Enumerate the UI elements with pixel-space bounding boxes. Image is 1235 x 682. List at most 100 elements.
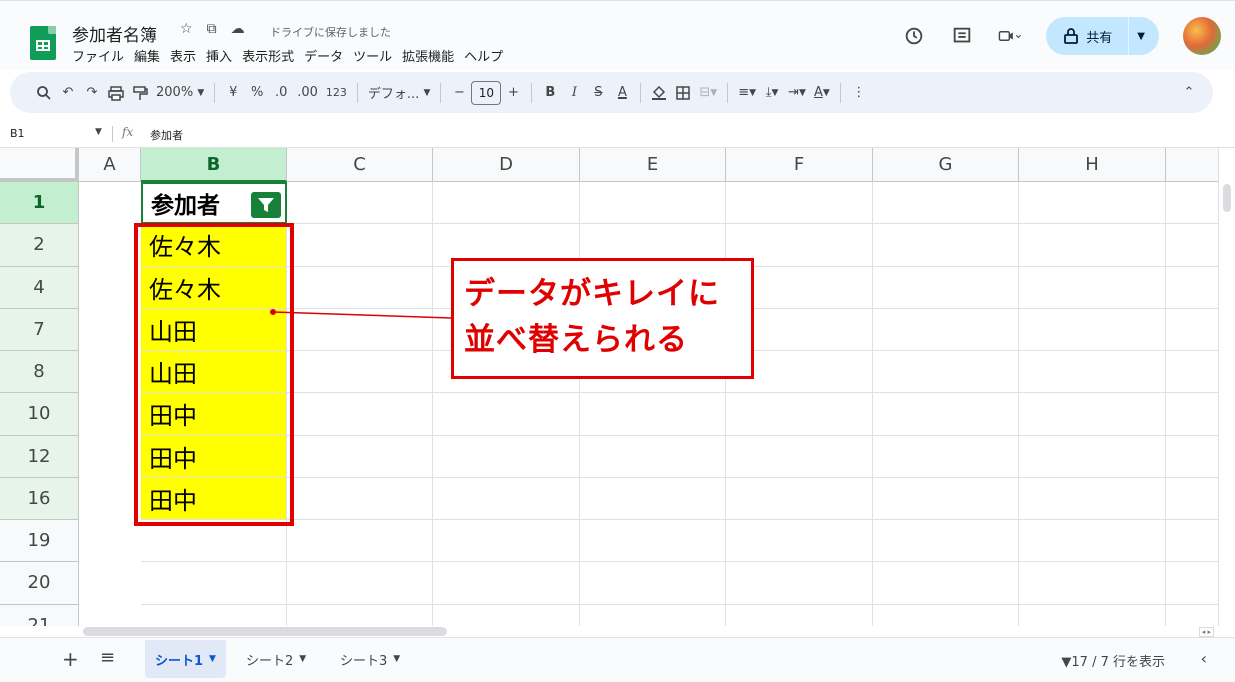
scroll-arrows-icon[interactable]: ◂ ▸ xyxy=(1198,627,1214,637)
decrease-decimal-button[interactable]: .0 xyxy=(269,79,293,107)
search-icon[interactable] xyxy=(32,79,56,107)
text-rotation-icon[interactable]: A ▼ xyxy=(810,79,834,107)
row-header[interactable]: 20 xyxy=(0,562,79,605)
filter-toggle-button[interactable] xyxy=(251,192,281,218)
vertical-align-icon[interactable]: ⤓ ▼ xyxy=(760,79,784,107)
table-cell[interactable] xyxy=(1166,520,1218,563)
font-size-decrease-button[interactable]: − xyxy=(447,79,471,107)
avatar[interactable] xyxy=(1183,17,1221,55)
table-cell[interactable] xyxy=(287,520,433,563)
meet-video-icon[interactable] xyxy=(998,24,1022,48)
table-cell[interactable] xyxy=(1019,351,1166,394)
table-cell[interactable] xyxy=(580,562,726,605)
zoom-select[interactable]: 200% ▼ xyxy=(152,79,208,107)
table-cell[interactable] xyxy=(1166,478,1218,520)
table-cell[interactable] xyxy=(433,520,580,563)
table-cell[interactable] xyxy=(726,562,873,605)
bold-button[interactable]: B xyxy=(538,79,562,107)
menu-format[interactable]: 表示形式 xyxy=(242,46,294,65)
table-cell[interactable] xyxy=(580,604,726,626)
table-cell[interactable] xyxy=(433,604,580,626)
redo-icon[interactable]: ↷ xyxy=(80,79,104,107)
table-cell[interactable] xyxy=(1166,224,1218,267)
table-cell[interactable] xyxy=(873,520,1019,563)
table-cell[interactable] xyxy=(873,266,1019,309)
menu-tools[interactable]: ツール xyxy=(353,46,392,65)
number-format-button[interactable]: 123 xyxy=(322,79,351,107)
menu-insert[interactable]: 挿入 xyxy=(206,46,232,65)
table-cell[interactable] xyxy=(726,435,873,478)
column-header-b[interactable]: B xyxy=(141,148,287,182)
move-to-folder-icon[interactable]: ⧉ xyxy=(207,21,217,37)
fill-color-icon[interactable] xyxy=(647,79,671,107)
collapse-toolbar-icon[interactable]: ⌃ xyxy=(1177,79,1201,107)
table-cell[interactable] xyxy=(1166,605,1218,627)
filtered-row-count[interactable]: ▼17 / 7 行を表示 xyxy=(1061,651,1165,670)
table-cell[interactable] xyxy=(1019,520,1166,563)
column-header-i[interactable] xyxy=(1166,148,1218,182)
undo-icon[interactable]: ↶ xyxy=(56,79,80,107)
table-cell[interactable] xyxy=(1166,309,1218,351)
table-cell[interactable] xyxy=(1019,604,1166,626)
vertical-scroll-thumb[interactable] xyxy=(1223,184,1231,212)
name-box-dropdown-icon[interactable]: ▼ xyxy=(95,127,102,137)
table-cell[interactable] xyxy=(726,520,873,563)
chevron-down-icon[interactable]: ▼ xyxy=(299,654,306,664)
table-cell[interactable] xyxy=(433,435,580,478)
table-cell[interactable] xyxy=(433,477,580,520)
history-icon[interactable] xyxy=(902,24,926,48)
table-cell[interactable] xyxy=(287,435,433,478)
row-header[interactable]: 16 xyxy=(0,477,79,520)
table-cell[interactable] xyxy=(873,308,1019,351)
table-cell[interactable] xyxy=(1019,477,1166,520)
table-cell[interactable] xyxy=(287,562,433,605)
share-dropdown-icon[interactable]: ▼ xyxy=(1137,31,1145,42)
row-header[interactable]: 12 xyxy=(0,435,79,478)
menu-data[interactable]: データ xyxy=(304,46,343,65)
strikethrough-button[interactable]: S xyxy=(586,79,610,107)
row-header[interactable]: 2 xyxy=(0,224,79,267)
borders-icon[interactable] xyxy=(671,79,695,107)
table-cell[interactable] xyxy=(287,224,433,267)
more-options-icon[interactable]: ⋮ xyxy=(847,79,871,107)
save-status[interactable]: ドライブに保存しました xyxy=(270,24,391,40)
table-cell[interactable] xyxy=(287,351,433,394)
formula-input[interactable]: 参加者 xyxy=(150,127,183,143)
sheets-logo-icon[interactable] xyxy=(30,26,56,60)
table-cell[interactable] xyxy=(1166,182,1218,225)
table-cell[interactable] xyxy=(726,182,873,225)
share-button[interactable]: 共有 ▼ xyxy=(1046,17,1159,55)
increase-decimal-button[interactable]: .00 xyxy=(293,79,322,107)
table-cell[interactable] xyxy=(726,393,873,436)
column-header-d[interactable]: D xyxy=(433,148,580,182)
table-cell[interactable] xyxy=(580,435,726,478)
font-size-input[interactable]: 10 xyxy=(471,80,502,105)
row-header[interactable]: 19 xyxy=(0,520,79,563)
table-cell[interactable] xyxy=(1166,267,1218,309)
table-cell[interactable] xyxy=(580,520,726,563)
table-cell[interactable] xyxy=(433,393,580,436)
row-header[interactable]: 1 xyxy=(0,182,79,225)
merge-cells-icon[interactable]: ⊟ ▼ xyxy=(695,79,721,107)
text-color-button[interactable]: A xyxy=(610,79,634,107)
table-cell-participant[interactable] xyxy=(141,520,287,563)
horizontal-scroll-thumb[interactable] xyxy=(83,627,447,636)
menu-edit[interactable]: 編集 xyxy=(134,46,160,65)
table-cell[interactable] xyxy=(873,477,1019,520)
table-cell[interactable] xyxy=(873,435,1019,478)
table-cell[interactable] xyxy=(1019,224,1166,267)
table-cell[interactable] xyxy=(1019,562,1166,605)
table-cell[interactable] xyxy=(287,308,433,351)
percent-format-button[interactable]: % xyxy=(245,79,269,107)
table-cell[interactable] xyxy=(873,562,1019,605)
table-cell[interactable] xyxy=(1166,351,1218,394)
menu-file[interactable]: ファイル xyxy=(72,46,124,65)
star-icon[interactable]: ☆ xyxy=(180,21,193,37)
table-cell[interactable] xyxy=(1019,393,1166,436)
table-cell[interactable] xyxy=(1019,435,1166,478)
tab-sheet2[interactable]: シート2 ▼ xyxy=(236,640,316,678)
column-header-h[interactable]: H xyxy=(1019,148,1166,182)
column-header-a[interactable]: A xyxy=(79,148,141,182)
column-header-g[interactable]: G xyxy=(873,148,1019,182)
row-header[interactable]: 10 xyxy=(0,393,79,436)
